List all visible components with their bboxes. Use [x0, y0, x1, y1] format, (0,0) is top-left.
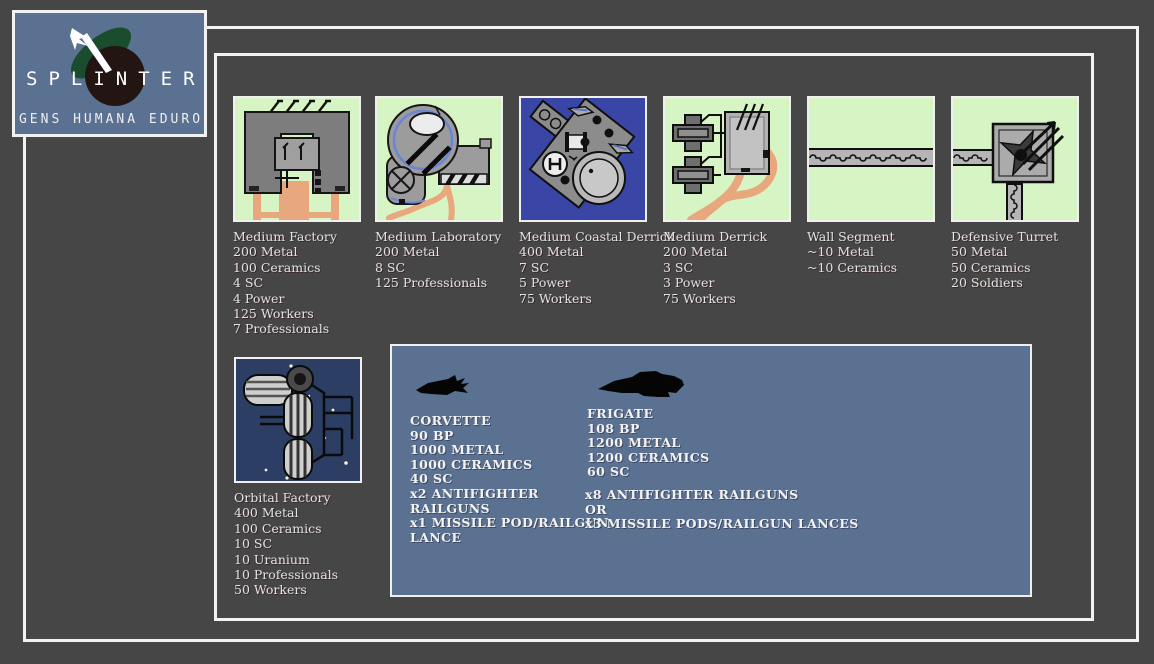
wall-segment-card[interactable]: Wall Segment ~10 Metal ~10 Ceramics	[807, 96, 967, 275]
building-info: Medium Coastal Derrick 400 Metal 7 SC 5 …	[519, 229, 679, 306]
frigate-weapons: x8 ANTIFIGHTER RAILGUNS OR x3 MISSILE PO…	[585, 488, 859, 532]
medium-derrick-card[interactable]: Medium Derrick 200 Metal 3 SC 3 Power 75…	[663, 96, 823, 306]
ship-stat: RAILGUNS	[410, 502, 609, 517]
building-cost: 50 Ceramics	[951, 260, 1111, 275]
building-cost: 10 Professionals	[234, 567, 394, 582]
building-info: Wall Segment ~10 Metal ~10 Ceramics	[807, 229, 967, 275]
ship-stat: 40 SC	[410, 472, 609, 487]
orbital-image-icon	[236, 359, 360, 481]
corvette-info: CORVETTE 90 BP 1000 METAL 1000 CERAMICS …	[410, 414, 609, 545]
page: SPLINTER GENS HUMANA EDURO	[0, 0, 1154, 664]
building-cost: 100 Ceramics	[233, 260, 393, 275]
building-cost: 7 SC	[519, 260, 679, 275]
building-cost: 3 SC	[663, 260, 823, 275]
logo: SPLINTER GENS HUMANA EDURO	[12, 10, 207, 137]
wall-segment-illustration	[807, 96, 935, 222]
ships-panel: CORVETTE 90 BP 1000 METAL 1000 CERAMICS …	[390, 344, 1032, 597]
medium-factory-card[interactable]: Medium Factory 200 Metal 100 Ceramics 4 …	[233, 96, 393, 337]
ship-stat: x1 MISSILE POD/RAILGUN	[410, 516, 609, 531]
building-cost: 8 SC	[375, 260, 535, 275]
building-cost: 100 Ceramics	[234, 521, 394, 536]
building-cost: 7 Professionals	[233, 321, 393, 336]
building-cost: 400 Metal	[234, 505, 394, 520]
ship-stat: LANCE	[410, 531, 609, 546]
building-cost: 4 SC	[233, 275, 393, 290]
building-cost: 10 Uranium	[234, 552, 394, 567]
ship-weapon: OR	[585, 503, 859, 518]
building-cost: 75 Workers	[519, 291, 679, 306]
ship-weapon: x8 ANTIFIGHTER RAILGUNS	[585, 488, 859, 503]
building-name: Medium Laboratory	[375, 229, 535, 244]
building-cost: 20 Soldiers	[951, 275, 1111, 290]
ship-stat: 108 BP	[587, 422, 710, 437]
building-name: Wall Segment	[807, 229, 967, 244]
ship-stat: 90 BP	[410, 429, 609, 444]
derrick-image-icon	[665, 98, 789, 220]
building-cost: 400 Metal	[519, 244, 679, 259]
building-name: Medium Coastal Derrick	[519, 229, 679, 244]
building-cost: 5 Power	[519, 275, 679, 290]
defensive-turret-illustration	[951, 96, 1079, 222]
ship-name: CORVETTE	[410, 414, 609, 429]
ship-name: FRIGATE	[587, 407, 710, 422]
building-cost: 10 SC	[234, 536, 394, 551]
building-cost: 200 Metal	[663, 244, 823, 259]
defensive-turret-card[interactable]: Defensive Turret 50 Metal 50 Ceramics 20…	[951, 96, 1111, 291]
ship-stat: 1000 METAL	[410, 443, 609, 458]
building-info: Orbital Factory 400 Metal 100 Ceramics 1…	[234, 490, 394, 598]
building-cost: 50 Workers	[234, 582, 394, 597]
building-cost: 50 Metal	[951, 244, 1111, 259]
medium-laboratory-illustration	[375, 96, 503, 222]
factory-image-icon	[235, 98, 359, 220]
logo-subtitle: GENS HUMANA EDURO	[15, 112, 204, 127]
logo-title: SPLINTER	[15, 68, 204, 90]
medium-derrick-illustration	[663, 96, 791, 222]
corvette-silhouette-icon	[415, 374, 473, 400]
building-cost: 4 Power	[233, 291, 393, 306]
building-cost: ~10 Metal	[807, 244, 967, 259]
medium-factory-illustration	[233, 96, 361, 222]
medium-laboratory-card[interactable]: Medium Laboratory 200 Metal 8 SC 125 Pro…	[375, 96, 535, 291]
building-info: Medium Derrick 200 Metal 3 SC 3 Power 75…	[663, 229, 823, 306]
ship-stat: 60 SC	[587, 465, 710, 480]
building-cost: 125 Workers	[233, 306, 393, 321]
turret-image-icon	[953, 98, 1077, 220]
orbital-factory-card[interactable]: Orbital Factory 400 Metal 100 Ceramics 1…	[234, 357, 394, 598]
laboratory-image-icon	[377, 98, 501, 220]
medium-coastal-derrick-card[interactable]: Medium Coastal Derrick 400 Metal 7 SC 5 …	[519, 96, 679, 306]
medium-coastal-derrick-illustration	[519, 96, 647, 222]
building-cost: ~10 Ceramics	[807, 260, 967, 275]
ship-stat: 1200 CERAMICS	[587, 451, 710, 466]
building-name: Medium Factory	[233, 229, 393, 244]
building-name: Medium Derrick	[663, 229, 823, 244]
ship-stat: 1200 METAL	[587, 436, 710, 451]
building-info: Medium Factory 200 Metal 100 Ceramics 4 …	[233, 229, 393, 337]
building-cost: 200 Metal	[233, 244, 393, 259]
building-cost: 75 Workers	[663, 291, 823, 306]
building-cost: 3 Power	[663, 275, 823, 290]
orbital-factory-illustration	[234, 357, 362, 483]
frigate-info: FRIGATE 108 BP 1200 METAL 1200 CERAMICS …	[587, 407, 710, 480]
building-cost: 200 Metal	[375, 244, 535, 259]
ship-weapon: x3 MISSILE PODS/RAILGUN LANCES	[585, 517, 859, 532]
building-name: Orbital Factory	[234, 490, 394, 505]
ship-stat: x2 ANTIFIGHTER	[410, 487, 609, 502]
building-cost: 125 Professionals	[375, 275, 535, 290]
building-name: Defensive Turret	[951, 229, 1111, 244]
ship-stat: 1000 CERAMICS	[410, 458, 609, 473]
building-info: Medium Laboratory 200 Metal 8 SC 125 Pro…	[375, 229, 535, 291]
wall-image-icon	[809, 98, 933, 220]
building-info: Defensive Turret 50 Metal 50 Ceramics 20…	[951, 229, 1111, 291]
coastal-derrick-image-icon	[521, 98, 645, 220]
frigate-silhouette-icon	[598, 370, 686, 400]
